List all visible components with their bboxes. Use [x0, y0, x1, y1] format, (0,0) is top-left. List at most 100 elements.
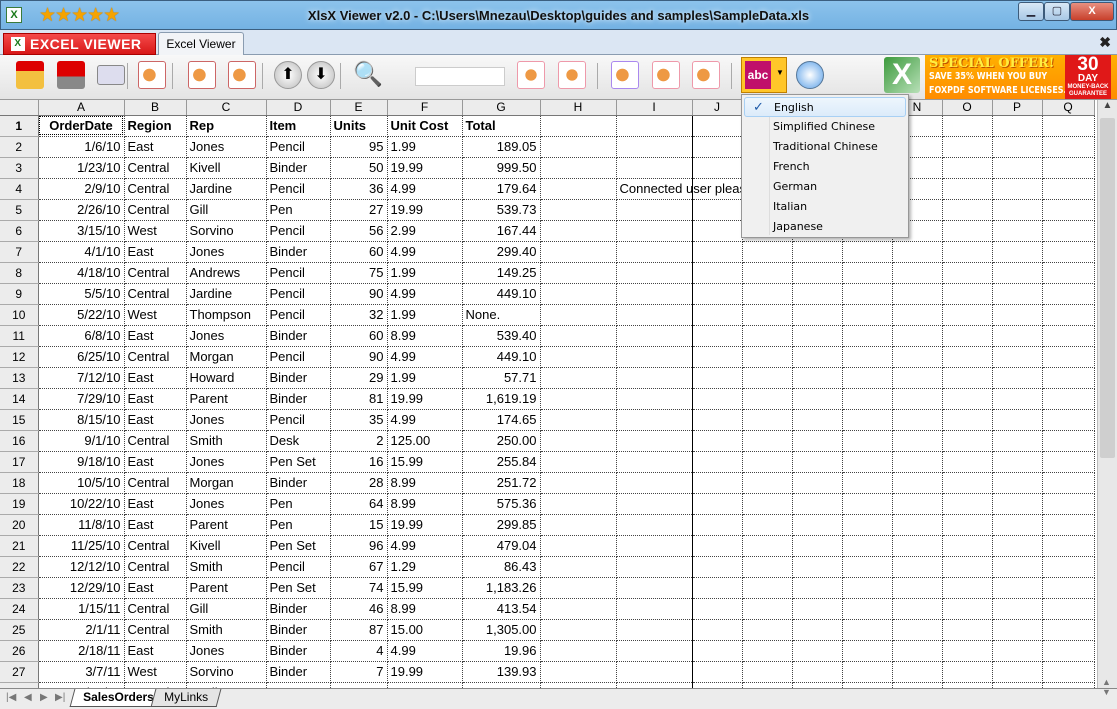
- cell-L22[interactable]: [792, 556, 843, 578]
- cell-I20[interactable]: [616, 514, 693, 536]
- cell-M23[interactable]: [842, 577, 893, 599]
- cell-O17[interactable]: [942, 451, 993, 473]
- cell-I14[interactable]: [616, 388, 693, 410]
- cell-H12[interactable]: [540, 346, 617, 368]
- cell-A3[interactable]: 1/23/10: [38, 157, 125, 179]
- cell-F11[interactable]: 8.99: [387, 325, 463, 347]
- cell-B15[interactable]: East: [124, 409, 187, 431]
- cell-M24[interactable]: [842, 598, 893, 620]
- cell-O7[interactable]: [942, 241, 993, 263]
- cell-J20[interactable]: [692, 514, 743, 536]
- cell-J12[interactable]: [692, 346, 743, 368]
- cell-G20[interactable]: 299.85: [462, 514, 541, 536]
- cell-P14[interactable]: [992, 388, 1043, 410]
- cell-G27[interactable]: 139.93: [462, 661, 541, 683]
- last-sheet-icon[interactable]: [558, 61, 586, 89]
- cell-F15[interactable]: 4.99: [387, 409, 463, 431]
- cell-G10[interactable]: None.: [462, 304, 541, 326]
- cell-D9[interactable]: Pencil: [266, 283, 331, 305]
- open-file-icon[interactable]: [16, 61, 44, 89]
- cell-N12[interactable]: [892, 346, 943, 368]
- close-tab-icon[interactable]: ✖: [1099, 34, 1111, 51]
- cell-O15[interactable]: [942, 409, 993, 431]
- cell-F19[interactable]: 8.99: [387, 493, 463, 515]
- cell-B1[interactable]: Region: [124, 115, 187, 137]
- cell-P24[interactable]: [992, 598, 1043, 620]
- row-header[interactable]: 20: [0, 514, 39, 536]
- cell-G23[interactable]: 1,183.26: [462, 577, 541, 599]
- cell-L26[interactable]: [792, 640, 843, 662]
- cell-B22[interactable]: Central: [124, 556, 187, 578]
- cell-H20[interactable]: [540, 514, 617, 536]
- split-view-icon[interactable]: [611, 61, 639, 89]
- cell-K23[interactable]: [742, 577, 793, 599]
- cell-F16[interactable]: 125.00: [387, 430, 463, 452]
- cell-E6[interactable]: 56: [330, 220, 388, 242]
- cell-L23[interactable]: [792, 577, 843, 599]
- cell-Q17[interactable]: [1042, 451, 1095, 473]
- cell-J5[interactable]: [692, 199, 743, 221]
- cell-H8[interactable]: [540, 262, 617, 284]
- cell-I9[interactable]: [616, 283, 693, 305]
- cell-B23[interactable]: East: [124, 577, 187, 599]
- cell-I7[interactable]: [616, 241, 693, 263]
- last-sheet-nav-icon[interactable]: ▶|: [55, 692, 65, 703]
- cell-N15[interactable]: [892, 409, 943, 431]
- cell-B25[interactable]: Central: [124, 619, 187, 641]
- cell-Q27[interactable]: [1042, 661, 1095, 683]
- cell-O9[interactable]: [942, 283, 993, 305]
- cell-D13[interactable]: Binder: [266, 367, 331, 389]
- cell-N17[interactable]: [892, 451, 943, 473]
- cell-C21[interactable]: Kivell: [186, 535, 267, 557]
- cell-J27[interactable]: [692, 661, 743, 683]
- column-header-C[interactable]: C: [186, 100, 267, 116]
- cell-J2[interactable]: [692, 136, 743, 158]
- menu-item-german[interactable]: German: [744, 177, 906, 197]
- cell-P3[interactable]: [992, 157, 1043, 179]
- cell-E22[interactable]: 67: [330, 556, 388, 578]
- row-header[interactable]: 26: [0, 640, 39, 662]
- cell-O14[interactable]: [942, 388, 993, 410]
- cell-I19[interactable]: [616, 493, 693, 515]
- cell-K13[interactable]: [742, 367, 793, 389]
- cell-O21[interactable]: [942, 535, 993, 557]
- cell-Q18[interactable]: [1042, 472, 1095, 494]
- cell-D3[interactable]: Binder: [266, 157, 331, 179]
- cell-N11[interactable]: [892, 325, 943, 347]
- cell-K10[interactable]: [742, 304, 793, 326]
- cell-P19[interactable]: [992, 493, 1043, 515]
- cell-D11[interactable]: Binder: [266, 325, 331, 347]
- cell-E14[interactable]: 81: [330, 388, 388, 410]
- cell-I23[interactable]: [616, 577, 693, 599]
- cell-D2[interactable]: Pencil: [266, 136, 331, 158]
- cell-E25[interactable]: 87: [330, 619, 388, 641]
- cell-H11[interactable]: [540, 325, 617, 347]
- cell-B20[interactable]: East: [124, 514, 187, 536]
- cell-D24[interactable]: Binder: [266, 598, 331, 620]
- cell-Q23[interactable]: [1042, 577, 1095, 599]
- cell-O20[interactable]: [942, 514, 993, 536]
- cell-P23[interactable]: [992, 577, 1043, 599]
- column-header-E[interactable]: E: [330, 100, 388, 116]
- cell-C11[interactable]: Jones: [186, 325, 267, 347]
- cell-O4[interactable]: [942, 178, 993, 200]
- cell-H26[interactable]: [540, 640, 617, 662]
- cell-J16[interactable]: [692, 430, 743, 452]
- cell-C26[interactable]: Jones: [186, 640, 267, 662]
- cell-C1[interactable]: Rep: [186, 115, 267, 137]
- cell-N24[interactable]: [892, 598, 943, 620]
- cell-E27[interactable]: 7: [330, 661, 388, 683]
- cell-P27[interactable]: [992, 661, 1043, 683]
- cell-A13[interactable]: 7/12/10: [38, 367, 125, 389]
- cell-F6[interactable]: 2.99: [387, 220, 463, 242]
- cell-J11[interactable]: [692, 325, 743, 347]
- cell-D26[interactable]: Binder: [266, 640, 331, 662]
- cell-L11[interactable]: [792, 325, 843, 347]
- row-header[interactable]: 9: [0, 283, 39, 305]
- cell-G12[interactable]: 449.10: [462, 346, 541, 368]
- cell-M11[interactable]: [842, 325, 893, 347]
- cell-B5[interactable]: Central: [124, 199, 187, 221]
- cell-P9[interactable]: [992, 283, 1043, 305]
- cell-F3[interactable]: 19.99: [387, 157, 463, 179]
- cell-L12[interactable]: [792, 346, 843, 368]
